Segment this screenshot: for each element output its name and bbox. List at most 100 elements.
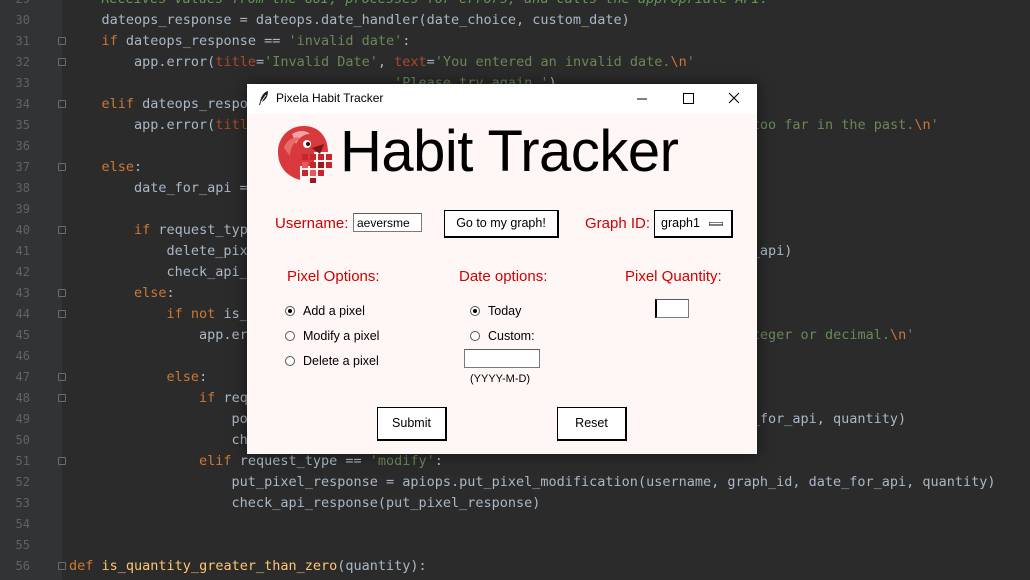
- submit-button[interactable]: Submit: [377, 407, 447, 441]
- radio-indicator: [470, 306, 480, 316]
- code-text: else:: [101, 159, 143, 175]
- go-to-graph-button[interactable]: Go to my graph!: [444, 210, 559, 238]
- close-button[interactable]: [711, 84, 757, 114]
- radio-add-pixel-label: Add a pixel: [303, 304, 365, 318]
- code-text: else:: [134, 285, 175, 301]
- line-number: 29: [0, 0, 30, 10]
- radio-indicator: [285, 356, 295, 366]
- radio-modify-pixel-label: Modify a pixel: [303, 329, 380, 343]
- radio-custom-date-label: Custom:: [488, 329, 535, 343]
- fold-marker-icon[interactable]: [58, 394, 66, 402]
- line-number: 42: [15, 265, 30, 279]
- window-client-area: Habit Tracker Username: aeversme Go to m…: [247, 114, 757, 454]
- date-format-hint: (YYYY-M-D): [470, 373, 531, 385]
- code-text: else:: [166, 369, 208, 385]
- date-options-label: Date options:: [459, 268, 548, 285]
- fold-marker-icon[interactable]: [58, 373, 66, 381]
- line-number: 56: [15, 559, 30, 573]
- pixel-options-label: Pixel Options:: [287, 268, 380, 285]
- line-number: 43: [15, 286, 30, 300]
- graph-id-dropdown[interactable]: graph1: [654, 210, 733, 238]
- line-number: 30: [15, 13, 30, 27]
- code-line: 55: [0, 535, 1030, 556]
- code-text: if dateops_response == 'invalid date':: [101, 33, 411, 49]
- code-line: 32 app.error(title='Invalid Date', text=…: [0, 52, 1030, 73]
- fold-marker-icon[interactable]: [58, 37, 66, 45]
- line-number: 52: [15, 475, 30, 489]
- minimize-button[interactable]: [619, 84, 665, 114]
- username-input[interactable]: aeversme: [353, 213, 422, 232]
- line-number: 33: [15, 76, 30, 90]
- code-text: put_pixel_response = apiops.put_pixel_mo…: [69, 474, 996, 490]
- reset-button[interactable]: Reset: [557, 407, 627, 441]
- code-text: dateops_response = dateops.date_handler(…: [69, 12, 630, 28]
- line-number: 39: [15, 202, 30, 216]
- fold-marker-icon[interactable]: [58, 100, 66, 108]
- fold-marker-icon[interactable]: [58, 310, 66, 318]
- close-icon: [728, 92, 740, 104]
- line-number: 35: [15, 118, 30, 132]
- line-number: 37: [15, 160, 30, 174]
- line-number: 55: [15, 538, 30, 552]
- custom-date-input[interactable]: [464, 349, 540, 368]
- line-number: 50: [15, 433, 30, 447]
- line-number: 49: [15, 412, 30, 426]
- app-heading: Habit Tracker: [340, 119, 679, 184]
- graph-id-label: Graph ID:: [585, 215, 651, 232]
- code-line: 53 check_api_response(put_pixel_response…: [0, 493, 1030, 514]
- radio-indicator: [470, 331, 480, 341]
- code-text: check_api_response(put_pixel_response): [69, 495, 541, 511]
- pixela-logo-icon: [278, 126, 332, 183]
- maximize-button[interactable]: [665, 84, 711, 114]
- fold-marker-icon[interactable]: [58, 562, 66, 570]
- line-number: 54: [15, 517, 30, 531]
- line-number: 38: [15, 181, 30, 195]
- code-text: Receives values from the GUI, processes …: [69, 0, 768, 10]
- fold-marker-icon[interactable]: [58, 163, 66, 171]
- radio-modify-pixel[interactable]: Modify a pixel: [285, 329, 379, 343]
- line-number: 51: [15, 454, 30, 468]
- line-number: 46: [15, 349, 30, 363]
- line-number: 32: [15, 55, 30, 69]
- line-number: 45: [15, 328, 30, 342]
- feather-icon: [259, 91, 268, 105]
- app-window: Pixela Habit Tracker Habit Tracker Usern…: [247, 84, 757, 454]
- fold-marker-icon[interactable]: [58, 226, 66, 234]
- radio-indicator: [285, 331, 295, 341]
- line-number: 48: [15, 391, 30, 405]
- line-number: 47: [15, 370, 30, 384]
- window-title: Pixela Habit Tracker: [276, 91, 384, 105]
- line-number: 44: [15, 307, 30, 321]
- code-text: def is_quantity_greater_than_zero(quanti…: [69, 558, 427, 574]
- radio-today[interactable]: Today: [470, 304, 521, 318]
- line-number: 41: [15, 244, 30, 258]
- line-number: 31: [15, 34, 30, 48]
- minimize-icon: [637, 98, 647, 100]
- dropdown-indicator-icon: [709, 222, 723, 226]
- fold-marker-icon[interactable]: [58, 289, 66, 297]
- radio-add-pixel[interactable]: Add a pixel: [285, 304, 365, 318]
- line-number: 34: [15, 97, 30, 111]
- line-number: 40: [15, 223, 30, 237]
- line-number: 53: [15, 496, 30, 510]
- code-text: app.error(title='Invalid Date', text='Yo…: [69, 54, 695, 70]
- username-label: Username:: [275, 215, 349, 232]
- graph-id-value: graph1: [661, 216, 700, 230]
- fold-marker-icon[interactable]: [58, 457, 66, 465]
- radio-delete-pixel[interactable]: Delete a pixel: [285, 354, 379, 368]
- pixel-quantity-input[interactable]: [655, 299, 689, 318]
- radio-custom-date[interactable]: Custom:: [470, 329, 535, 343]
- title-bar: Pixela Habit Tracker: [247, 84, 757, 114]
- code-line: 56 def is_quantity_greater_than_zero(quan…: [0, 556, 1030, 577]
- code-text: elif request_type == 'modify':: [199, 453, 443, 469]
- code-line: 54: [0, 514, 1030, 535]
- fold-marker-icon[interactable]: [58, 58, 66, 66]
- pixel-quantity-label: Pixel Quantity:: [625, 268, 722, 285]
- radio-today-label: Today: [488, 304, 522, 318]
- code-line: 29 Receives values from the GUI, process…: [0, 0, 1030, 10]
- code-line: 30 dateops_response = dateops.date_handl…: [0, 10, 1030, 31]
- radio-indicator: [285, 306, 295, 316]
- radio-delete-pixel-label: Delete a pixel: [303, 354, 379, 368]
- line-number: 36: [15, 139, 30, 153]
- code-line: 31 if dateops_response == 'invalid date'…: [0, 31, 1030, 52]
